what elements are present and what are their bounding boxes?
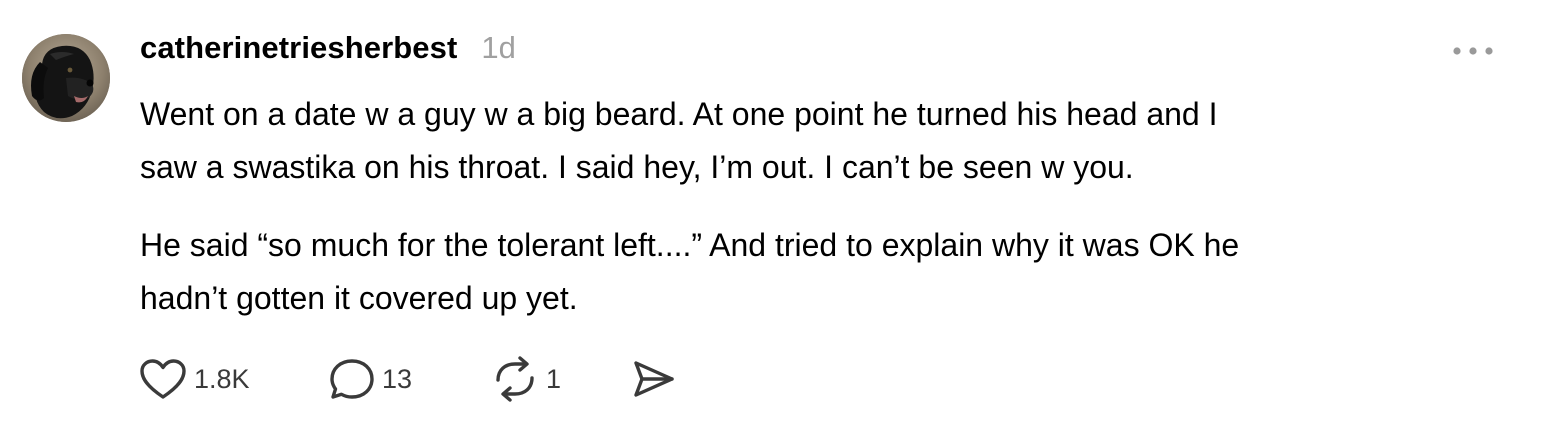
heart-icon <box>140 359 186 399</box>
avatar[interactable] <box>22 34 110 122</box>
repost-count: 1 <box>546 363 562 394</box>
share-button[interactable] <box>630 357 678 401</box>
post-paragraph: He said “so much for the tolerant left..… <box>140 219 1480 325</box>
like-button[interactable]: 1.8K <box>138 357 328 401</box>
reply-button[interactable]: 13 <box>328 356 490 402</box>
post-header: catherinetriesherbest 1d <box>140 30 516 74</box>
text-line: saw a swastika on his throat. I said hey… <box>140 149 1134 185</box>
username-link[interactable]: catherinetriesherbest <box>140 30 457 66</box>
more-options-button[interactable] <box>1448 38 1498 64</box>
comment-bubble-icon <box>330 359 374 399</box>
post-body: Went on a date w a guy w a big beard. At… <box>140 88 1480 350</box>
text-line: He said “so much for the tolerant left..… <box>140 227 1240 263</box>
post-actions: 1.8K 13 1 <box>138 354 678 404</box>
dog-avatar-image <box>22 34 110 122</box>
like-count: 1.8K <box>194 363 250 394</box>
reply-count: 13 <box>382 363 413 394</box>
post-timestamp[interactable]: 1d <box>481 30 515 66</box>
repost-icon <box>496 356 534 402</box>
text-line: hadn’t gotten it covered up yet. <box>140 280 578 316</box>
post-card: catherinetriesherbest 1d Went on a date … <box>0 0 1546 426</box>
more-horizontal-icon <box>1453 47 1493 55</box>
repost-button[interactable]: 1 <box>490 356 630 402</box>
send-icon <box>634 361 674 397</box>
post-paragraph: Went on a date w a guy w a big beard. At… <box>140 88 1480 194</box>
text-line: Went on a date w a guy w a big beard. At… <box>140 96 1218 132</box>
